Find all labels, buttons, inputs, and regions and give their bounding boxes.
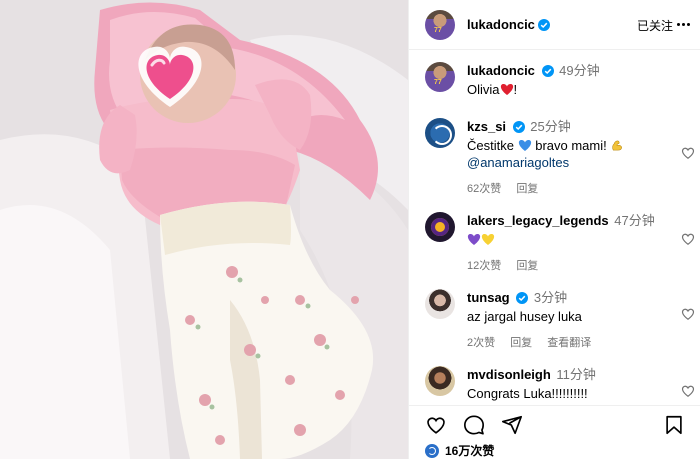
liker-avatar bbox=[425, 443, 439, 458]
baby-photo-illustration bbox=[0, 0, 408, 459]
follow-status-button[interactable]: 已关注 bbox=[637, 17, 673, 34]
blue-heart-emoji-icon bbox=[518, 140, 531, 151]
heart-icon[interactable] bbox=[681, 307, 695, 321]
purple-heart-emoji-icon bbox=[467, 234, 481, 245]
comment-text: Congrats Luka!!!!!!!!!! bbox=[467, 386, 588, 401]
caption-time[interactable]: 49分钟 bbox=[559, 63, 599, 78]
commenter-avatar[interactable] bbox=[425, 212, 455, 242]
comment-icon[interactable] bbox=[463, 414, 485, 436]
paper-plane-icon[interactable] bbox=[501, 414, 523, 436]
author-avatar[interactable] bbox=[425, 9, 455, 40]
bookmark-icon[interactable] bbox=[663, 414, 685, 436]
flexed-biceps-emoji-icon bbox=[612, 140, 623, 151]
comment-mention-link[interactable]: @anamariagoltes bbox=[467, 154, 675, 171]
verified-badge-icon bbox=[541, 65, 554, 77]
commenter-avatar[interactable] bbox=[425, 289, 455, 319]
comment-likes-count[interactable]: 2次赞 bbox=[467, 337, 495, 349]
comment-time[interactable]: 11分钟 bbox=[556, 367, 596, 382]
comment-time[interactable]: 25分钟 bbox=[530, 119, 570, 134]
commenter-username[interactable]: tunsag bbox=[467, 290, 510, 305]
yellow-heart-emoji-icon bbox=[481, 234, 495, 245]
commenter-username[interactable]: mvdisonleigh bbox=[467, 367, 551, 382]
post-header: lukadoncic 已关注 bbox=[409, 0, 700, 50]
caption-username[interactable]: lukadoncic bbox=[467, 63, 535, 78]
comment-reply-button[interactable]: 回复 bbox=[516, 183, 538, 195]
heart-icon[interactable] bbox=[425, 414, 447, 436]
post-photo bbox=[0, 0, 408, 459]
post-likes[interactable]: 16万次赞 bbox=[425, 442, 494, 459]
comment-reply-button[interactable]: 回复 bbox=[510, 337, 532, 349]
commenter-username[interactable]: lakers_legacy_legends bbox=[467, 213, 609, 228]
post-side-panel: lukadoncic 已关注 lukadoncic 49分钟 bbox=[408, 0, 700, 459]
more-options-icon[interactable] bbox=[677, 23, 691, 27]
comment-time[interactable]: 3分钟 bbox=[534, 290, 567, 305]
commenter-avatar[interactable] bbox=[425, 118, 455, 148]
comment-text: Čestitke bbox=[467, 138, 514, 153]
caption-avatar[interactable] bbox=[425, 62, 455, 92]
red-heart-emoji-icon bbox=[500, 84, 513, 95]
heart-icon[interactable] bbox=[681, 146, 695, 160]
heart-icon[interactable] bbox=[681, 384, 695, 398]
comment-reply-button[interactable]: 回复 bbox=[516, 260, 538, 272]
commenter-avatar[interactable] bbox=[425, 366, 455, 396]
heart-icon[interactable] bbox=[681, 232, 695, 246]
comment-text: az jargal husey luka bbox=[467, 309, 582, 324]
comment-text-continued: bravo mami! bbox=[535, 138, 607, 153]
see-translation-button[interactable]: 查看翻译 bbox=[547, 337, 591, 349]
comment-time[interactable]: 47分钟 bbox=[614, 213, 654, 228]
comment-likes-count[interactable]: 12次赞 bbox=[467, 260, 501, 272]
post-actions-bar: 16万次赞 bbox=[409, 405, 700, 459]
commenter-username[interactable]: kzs_si bbox=[467, 119, 506, 134]
post-likes-count[interactable]: 16万次赞 bbox=[445, 442, 494, 459]
caption-text: Olivia bbox=[467, 82, 500, 97]
comment-likes-count[interactable]: 62次赞 bbox=[467, 183, 501, 195]
verified-badge-icon bbox=[516, 292, 529, 304]
author-username[interactable]: lukadoncic bbox=[467, 17, 535, 32]
verified-badge-icon bbox=[512, 121, 525, 133]
verified-badge-icon bbox=[537, 18, 550, 31]
